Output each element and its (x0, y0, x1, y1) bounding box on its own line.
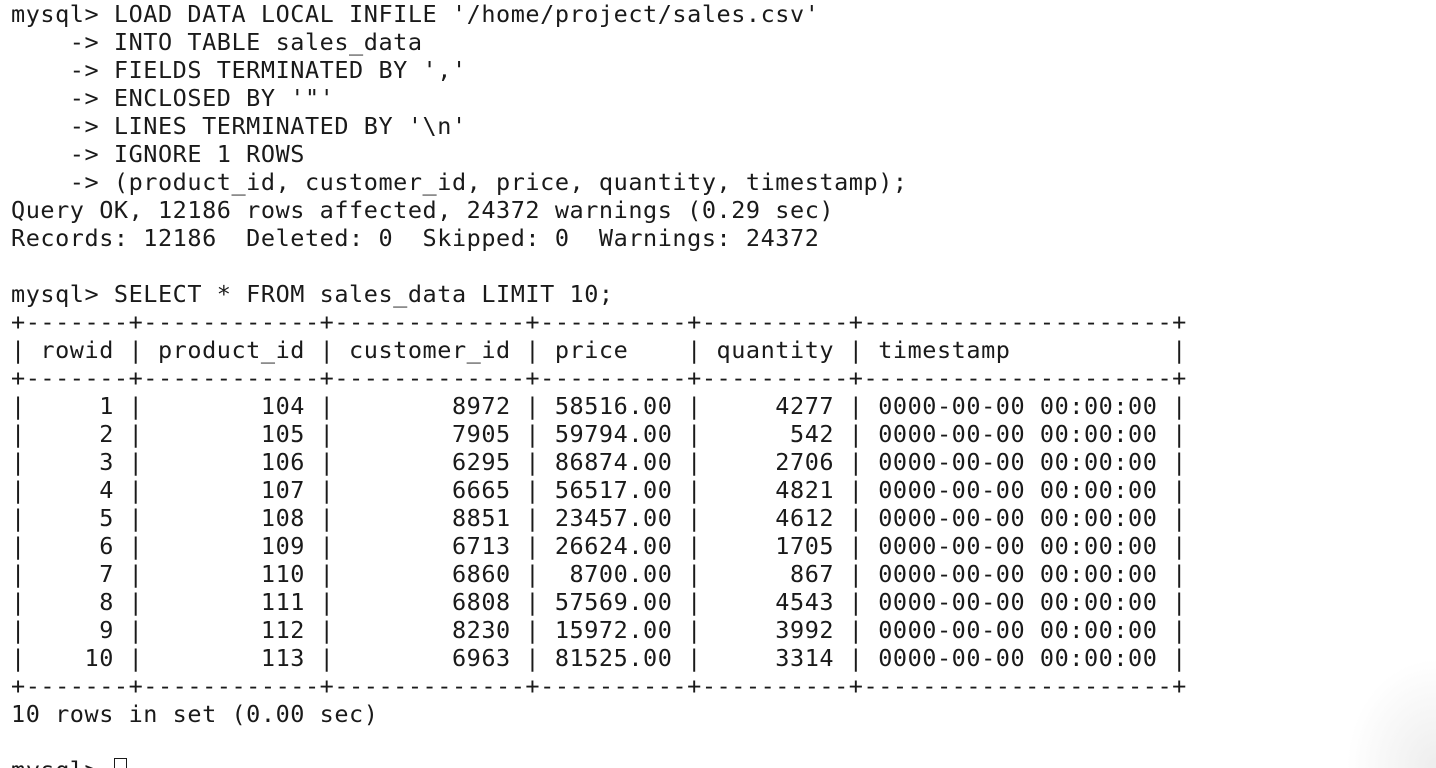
table-border: +-------+------------+-------------+----… (11, 364, 1187, 392)
table-row: | 4 | 107 | 6665 | 56517.00 | 4821 | 000… (11, 476, 1187, 504)
table-row: | 6 | 109 | 6713 | 26624.00 | 1705 | 000… (11, 532, 1187, 560)
table-row: | 7 | 110 | 6860 | 8700.00 | 867 | 0000-… (11, 560, 1187, 588)
table-row: | 8 | 111 | 6808 | 57569.00 | 4543 | 000… (11, 588, 1187, 616)
command-line: -> IGNORE 1 ROWS (11, 140, 305, 168)
rows-in-set: 10 rows in set (0.00 sec) (11, 700, 379, 728)
result-table: +-------+------------+-------------+----… (11, 308, 1436, 700)
table-row: | 10 | 113 | 6963 | 81525.00 | 3314 | 00… (11, 644, 1187, 672)
command-line: -> ENCLOSED BY '"' (11, 84, 335, 112)
table-row: | 2 | 105 | 7905 | 59794.00 | 542 | 0000… (11, 420, 1187, 448)
prompt: mysql> (11, 756, 114, 768)
prompt-line[interactable]: mysql> (11, 756, 1436, 768)
select-command: mysql> SELECT * FROM sales_data LIMIT 10… (11, 280, 614, 308)
command-line: -> LINES TERMINATED BY '\n' (11, 112, 467, 140)
command-line: -> FIELDS TERMINATED BY ',' (11, 56, 467, 84)
command-line: mysql> LOAD DATA LOCAL INFILE '/home/pro… (11, 0, 820, 28)
table-border: +-------+------------+-------------+----… (11, 672, 1187, 700)
command-line: -> (product_id, customer_id, price, quan… (11, 168, 908, 196)
table-border: +-------+------------+-------------+----… (11, 308, 1187, 336)
table-row: | 1 | 104 | 8972 | 58516.00 | 4277 | 000… (11, 392, 1187, 420)
table-header: | rowid | product_id | customer_id | pri… (11, 336, 1187, 364)
load-data-command: mysql> LOAD DATA LOCAL INFILE '/home/pro… (11, 0, 1436, 196)
table-row: | 3 | 106 | 6295 | 86874.00 | 2706 | 000… (11, 448, 1187, 476)
table-row: | 9 | 112 | 8230 | 15972.00 | 3992 | 000… (11, 616, 1187, 644)
command-line: -> INTO TABLE sales_data (11, 28, 423, 56)
terminal-window[interactable]: mysql> LOAD DATA LOCAL INFILE '/home/pro… (0, 0, 1436, 768)
table-row: | 5 | 108 | 8851 | 23457.00 | 4612 | 000… (11, 504, 1187, 532)
corner-shade (1346, 658, 1436, 768)
query-result: Query OK, 12186 rows affected, 24372 war… (11, 196, 835, 224)
cursor-icon[interactable] (113, 758, 127, 768)
records-summary: Records: 12186 Deleted: 0 Skipped: 0 War… (11, 224, 820, 252)
